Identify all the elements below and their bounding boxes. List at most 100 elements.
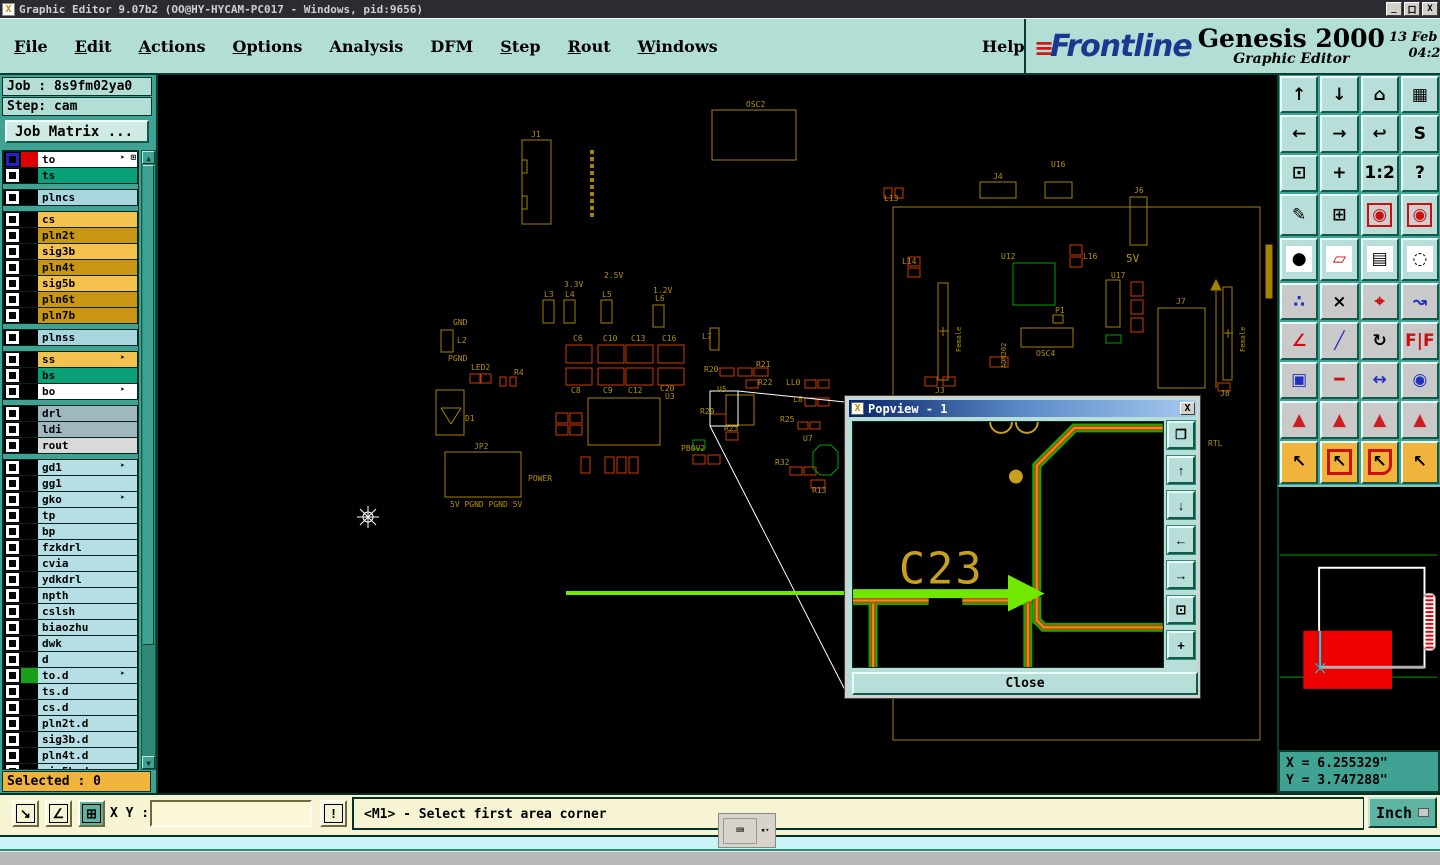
scrollbar-thumb[interactable] — [143, 165, 154, 645]
layer-color-swatch[interactable] — [21, 700, 38, 715]
layer-row-bs[interactable]: bs — [4, 368, 137, 383]
layer-color-swatch[interactable] — [21, 748, 38, 763]
layer-color-swatch[interactable] — [21, 422, 38, 437]
layer-row-ldi[interactable]: ldi — [4, 422, 137, 437]
maximize-button[interactable]: 口 — [1404, 2, 1420, 16]
previous-view-button[interactable]: ↩ — [1360, 115, 1399, 153]
layer-row-pln2t[interactable]: pln2t — [4, 228, 137, 243]
layer-visibility-checkbox[interactable] — [6, 733, 19, 746]
layer-color-swatch[interactable] — [21, 152, 38, 167]
layer-row-ss[interactable]: ss ➤ — [4, 352, 137, 367]
layer-row-gg1[interactable]: gg1 — [4, 476, 137, 491]
layer-color-swatch[interactable] — [21, 384, 38, 399]
layer-visibility-checkbox[interactable] — [6, 439, 19, 452]
layer-row-pln4t[interactable]: pln4t — [4, 260, 137, 275]
layer-row-dwk[interactable]: dwk — [4, 636, 137, 651]
window-xy-button[interactable]: ▦ — [1400, 76, 1439, 114]
layer-visibility-checkbox[interactable] — [6, 407, 19, 420]
layer-color-swatch[interactable] — [21, 476, 38, 491]
measure-ruler-button[interactable]: ▤ — [1360, 237, 1399, 281]
layer-row-gd1[interactable]: gd1 ➤ — [4, 460, 137, 475]
select-polygon-button[interactable]: ↖ — [1360, 440, 1399, 484]
select-net-button[interactable]: ↖ — [1400, 440, 1439, 484]
layer-color-swatch[interactable] — [21, 508, 38, 523]
pan-right-button[interactable]: → — [1320, 115, 1359, 153]
layer-color-swatch[interactable] — [21, 260, 38, 275]
layer-visibility-checkbox[interactable] — [6, 589, 19, 602]
layer-visibility-checkbox[interactable] — [6, 385, 19, 398]
select-single-button[interactable]: ↖ — [1280, 440, 1319, 484]
layer-row-pln6t[interactable]: pln6t — [4, 292, 137, 307]
layer-visibility-checkbox[interactable] — [6, 669, 19, 682]
select-dashed-button[interactable]: ◌ — [1400, 237, 1439, 281]
layer-color-swatch[interactable] — [21, 190, 38, 205]
layer-visibility-checkbox[interactable] — [6, 605, 19, 618]
layer-row-ts[interactable]: ts — [4, 168, 137, 183]
alert-button[interactable]: ! — [320, 800, 347, 827]
close-button[interactable]: X — [1422, 2, 1438, 16]
layer-color-swatch[interactable] — [21, 572, 38, 587]
menu-file[interactable]: File — [14, 37, 48, 56]
layer-visibility-checkbox[interactable] — [6, 765, 19, 769]
setup-tools-button[interactable]: ✎ — [1280, 194, 1319, 236]
serpentine-view-button[interactable]: S — [1400, 115, 1439, 153]
layer-visibility-checkbox[interactable] — [6, 717, 19, 730]
layer-color-swatch[interactable] — [21, 636, 38, 651]
resize-pads-button[interactable]: ▣ — [1280, 361, 1319, 400]
layer-visibility-checkbox[interactable] — [6, 331, 19, 344]
mirror-flip-button[interactable]: F|F — [1400, 322, 1439, 360]
layer-row-to.d[interactable]: to.d ➤ — [4, 668, 137, 683]
select-frame-button[interactable]: ↖ — [1320, 440, 1359, 484]
overview-minimap[interactable] — [1277, 485, 1440, 750]
layer-visibility-checkbox[interactable] — [6, 277, 19, 290]
layers-traffic-b-button[interactable]: ◉ — [1400, 194, 1439, 236]
layer-color-swatch[interactable] — [21, 308, 38, 323]
layer-visibility-checkbox[interactable] — [6, 191, 19, 204]
job-matrix-button[interactable]: Job Matrix ... — [5, 120, 149, 143]
zoom-ratio-1-2-button[interactable]: 1:2 — [1360, 154, 1399, 193]
popview-popout-view-button[interactable]: ❐ — [1166, 420, 1196, 450]
menu-windows[interactable]: Windows — [638, 37, 718, 56]
layer-color-swatch[interactable] — [21, 228, 38, 243]
layer-visibility-checkbox[interactable] — [6, 573, 19, 586]
layer-visibility-checkbox[interactable] — [6, 169, 19, 182]
popview-canvas[interactable]: C23 — [851, 421, 1163, 667]
layer-color-swatch[interactable] — [21, 540, 38, 555]
layer-visibility-checkbox[interactable] — [6, 423, 19, 436]
line-slope-button[interactable]: ╱ — [1320, 322, 1359, 360]
layer-row-cslsh[interactable]: cslsh — [4, 604, 137, 619]
menu-dfm[interactable]: DFM — [430, 37, 473, 56]
layer-color-swatch[interactable] — [21, 368, 38, 383]
layer-visibility-checkbox[interactable] — [6, 541, 19, 554]
popview-title-bar[interactable]: X Popview - 1 X — [849, 400, 1196, 417]
origin-grid-button[interactable]: ⊞ — [78, 800, 105, 827]
arrow-top-line-button[interactable]: ▲ — [1360, 401, 1399, 439]
minimize-button[interactable]: _ — [1386, 2, 1402, 16]
snap-angle-button[interactable]: ∠ — [45, 800, 72, 827]
zoom-in-button[interactable]: ↑ — [1280, 76, 1319, 114]
home-view-button[interactable]: ⌂ — [1360, 76, 1399, 114]
popview-pan-right-button[interactable]: → — [1166, 560, 1196, 590]
layer-color-swatch[interactable] — [21, 668, 38, 683]
scroll-up-icon[interactable]: ▲ — [142, 151, 155, 164]
net-endpoints-button[interactable]: ∴ — [1280, 282, 1319, 321]
layer-row-sig3b.d[interactable]: sig3b.d — [4, 732, 137, 747]
layer-row-bo[interactable]: bo ➤ — [4, 384, 137, 399]
layer-color-swatch[interactable] — [21, 276, 38, 291]
layer-row-npth[interactable]: npth — [4, 588, 137, 603]
layer-row-pln4t.d[interactable]: pln4t.d — [4, 748, 137, 763]
layer-color-swatch[interactable] — [21, 684, 38, 699]
layer-color-swatch[interactable] — [21, 244, 38, 259]
layer-color-swatch[interactable] — [21, 556, 38, 571]
keyboard-icon[interactable]: ⌨ — [723, 817, 757, 844]
layer-row-drl[interactable]: drl — [4, 406, 137, 421]
layer-row-ts.d[interactable]: ts.d — [4, 684, 137, 699]
layer-color-swatch[interactable] — [21, 588, 38, 603]
layer-color-swatch[interactable] — [21, 620, 38, 635]
layer-color-swatch[interactable] — [21, 492, 38, 507]
layer-visibility-checkbox[interactable] — [6, 309, 19, 322]
layer-row-cvia[interactable]: cvia — [4, 556, 137, 571]
layer-color-swatch[interactable] — [21, 732, 38, 747]
copy-vertex-button[interactable]: ↝ — [1400, 282, 1439, 321]
popview-pan-left-button[interactable]: ← — [1166, 525, 1196, 555]
